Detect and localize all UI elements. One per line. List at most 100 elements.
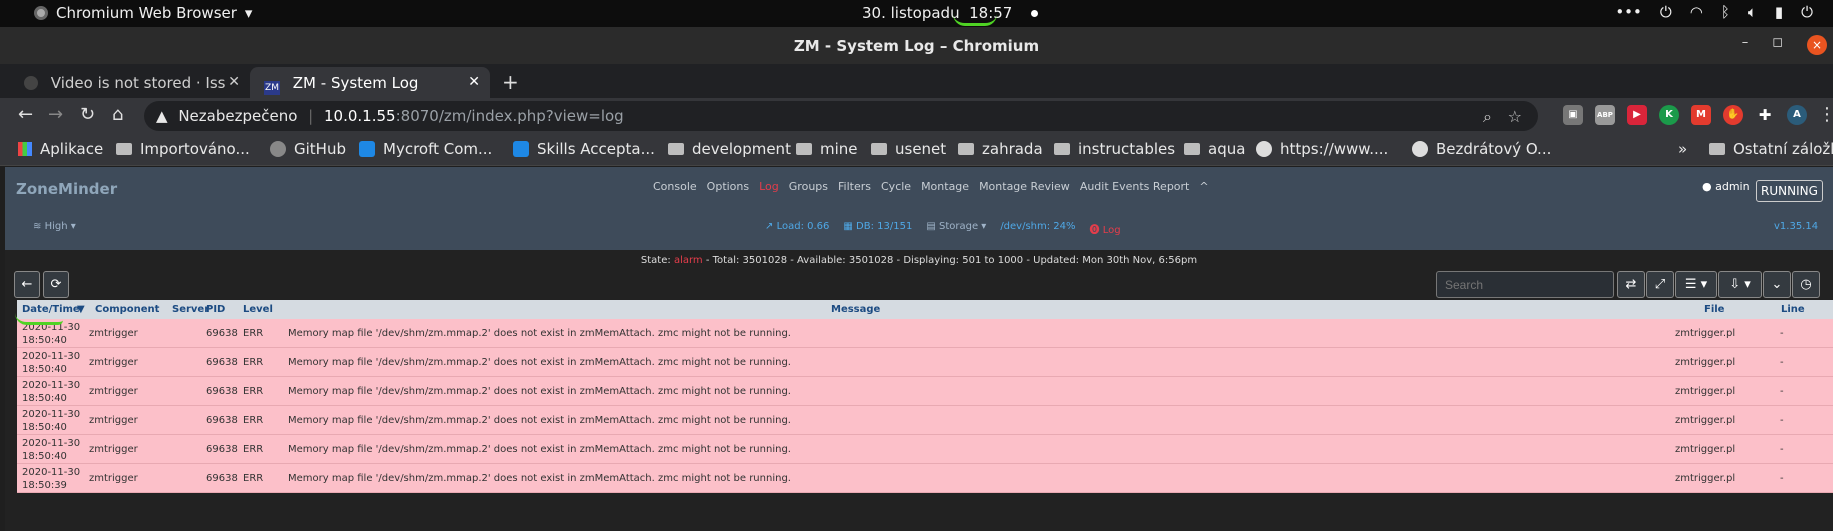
- table-row[interactable]: 2020-11-30 18:50:40 zmtrigger 69638 ERR M…: [17, 348, 1833, 377]
- columns-dropdown-button[interactable]: ☰ ▾: [1675, 271, 1717, 298]
- bookmark-link[interactable]: https://www....: [1256, 140, 1388, 158]
- system-tray[interactable]: ••• ⏻ ◠ ᛒ 🔈︎ ▮ ⏻: [1615, 3, 1813, 21]
- zm-brand[interactable]: ZoneMinder: [16, 180, 117, 198]
- clock-annotation-underline: [953, 14, 997, 26]
- browser-menu-icon[interactable]: ⋮: [1818, 104, 1833, 125]
- bookmark-mycroft[interactable]: Mycroft Com...: [359, 140, 492, 158]
- close-tab-icon[interactable]: ✕: [468, 74, 480, 90]
- extension-hand-icon[interactable]: ✋: [1723, 105, 1743, 125]
- expand-button[interactable]: ⌄: [1763, 271, 1791, 298]
- tab-github-issue[interactable]: Video is not stored · Issue ✕: [10, 67, 250, 98]
- bookmark-folder[interactable]: usenet: [871, 140, 946, 158]
- bookmark-folder[interactable]: instructables: [1054, 140, 1175, 158]
- search-input[interactable]: [1436, 271, 1614, 298]
- url-path: :8070/zm/index.php?view=log: [395, 107, 624, 125]
- bookmark-folder[interactable]: development: [668, 140, 791, 158]
- menu-groups[interactable]: Groups: [789, 180, 828, 193]
- col-server[interactable]: Server: [172, 304, 209, 315]
- username: admin: [1715, 180, 1750, 193]
- col-line[interactable]: Line: [1781, 304, 1805, 315]
- bookmarks-overflow-button[interactable]: »: [1678, 140, 1687, 158]
- menu-filters[interactable]: Filters: [838, 180, 871, 193]
- extensions-puzzle-icon[interactable]: ✚: [1755, 105, 1775, 125]
- address-bar[interactable]: ▲ Nezabezpečeno | 10.0.1.55:8070/zm/inde…: [144, 101, 1538, 131]
- user-menu[interactable]: ● admin: [1702, 180, 1750, 193]
- power-circle-icon[interactable]: ⏻: [1660, 3, 1672, 21]
- col-pid[interactable]: PID: [206, 304, 225, 315]
- table-row[interactable]: 2020-11-30 18:50:40 zmtrigger 69638 ERR M…: [17, 435, 1833, 464]
- extension-screenshot-icon[interactable]: ▣: [1563, 105, 1583, 125]
- bandwidth-dropdown[interactable]: ≋ High ▾: [33, 221, 76, 232]
- extension-video-icon[interactable]: ▶: [1627, 105, 1647, 125]
- menu-options[interactable]: Options: [707, 180, 749, 193]
- power-menu-icon[interactable]: ⏻: [1801, 3, 1813, 21]
- bookmark-folder[interactable]: Importováno...: [116, 140, 250, 158]
- bookmark-github[interactable]: GitHub: [270, 140, 346, 158]
- table-row[interactable]: 2020-11-30 18:50:39 zmtrigger 69638 ERR M…: [17, 464, 1833, 493]
- menu-log[interactable]: Log: [759, 180, 779, 193]
- error-circle-icon: ⓿: [1089, 225, 1100, 236]
- extension-adblock-icon[interactable]: ABP: [1595, 105, 1615, 125]
- refresh-button[interactable]: ⟳: [43, 271, 69, 298]
- profile-avatar[interactable]: A: [1787, 105, 1807, 125]
- col-level[interactable]: Level: [243, 304, 273, 315]
- reload-icon[interactable]: ↻: [80, 104, 95, 125]
- storage-dropdown[interactable]: ▤ Storage ▾: [926, 221, 986, 236]
- col-message[interactable]: Message: [831, 304, 880, 315]
- maximize-button[interactable]: ◻: [1772, 35, 1783, 55]
- menu-cycle[interactable]: Cycle: [881, 180, 911, 193]
- os-app-menu[interactable]: Chromium Web Browser ▾: [34, 4, 252, 22]
- wifi-icon[interactable]: ◠: [1690, 3, 1703, 21]
- bookmark-star-icon[interactable]: ☆: [1508, 107, 1522, 126]
- bookmark-apps[interactable]: Aplikace: [18, 140, 103, 158]
- fullscreen-button[interactable]: ⤢: [1646, 271, 1674, 298]
- bookmark-folder[interactable]: aqua: [1184, 140, 1245, 158]
- table-row[interactable]: 2020-11-30 18:50:40 zmtrigger 69638 ERR M…: [17, 319, 1833, 348]
- omnibox-separator: |: [308, 107, 314, 125]
- more-icon[interactable]: •••: [1615, 3, 1642, 21]
- bookmark-folder[interactable]: zahrada: [958, 140, 1043, 158]
- tab-zm-system-log[interactable]: ZM ZM - System Log ✕: [250, 67, 490, 98]
- bookmark-folder[interactable]: mine: [796, 140, 858, 158]
- col-component[interactable]: Component: [95, 304, 159, 315]
- cell-line: -: [1780, 328, 1784, 339]
- back-arrow-icon[interactable]: ←: [18, 104, 33, 125]
- bluetooth-icon[interactable]: ᛒ: [1721, 3, 1730, 21]
- menu-montage[interactable]: Montage: [921, 180, 969, 193]
- col-file[interactable]: File: [1704, 304, 1724, 315]
- collapse-menu-icon[interactable]: ^: [1199, 180, 1208, 193]
- back-button[interactable]: ←: [14, 271, 40, 298]
- security-status[interactable]: Nezabezpečeno: [178, 107, 297, 125]
- window-title: ZM - System Log – Chromium: [793, 37, 1040, 55]
- zoom-icon[interactable]: ⌕: [1483, 107, 1492, 127]
- menu-montage-review[interactable]: Montage Review: [979, 180, 1070, 193]
- minimize-button[interactable]: –: [1742, 35, 1749, 55]
- home-icon[interactable]: ⌂: [112, 104, 123, 125]
- close-tab-icon[interactable]: ✕: [228, 74, 240, 90]
- export-dropdown-button[interactable]: ⇩ ▾: [1718, 271, 1762, 298]
- menu-audit-events-report[interactable]: Audit Events Report: [1080, 180, 1190, 193]
- table-row[interactable]: 2020-11-30 18:50:40 zmtrigger 69638 ERR M…: [17, 377, 1833, 406]
- table-row[interactable]: 2020-11-30 18:50:40 zmtrigger 69638 ERR M…: [17, 406, 1833, 435]
- battery-icon[interactable]: ▮: [1775, 3, 1783, 21]
- run-state-button[interactable]: RUNNING: [1756, 180, 1823, 202]
- bookmark-other-folder[interactable]: Ostatní záložky: [1709, 140, 1833, 158]
- zm-version[interactable]: v1.35.14: [1774, 221, 1818, 232]
- sort-desc-icon[interactable]: ▼: [77, 304, 85, 315]
- cell-line: -: [1780, 444, 1784, 455]
- auto-refresh-button[interactable]: ◷: [1792, 271, 1820, 298]
- forward-arrow-icon[interactable]: →: [48, 104, 63, 125]
- bookmark-link[interactable]: Bezdrátový O...: [1412, 140, 1551, 158]
- menu-console[interactable]: Console: [653, 180, 697, 193]
- extension-k-icon[interactable]: K: [1659, 105, 1679, 125]
- close-window-button[interactable]: ×: [1807, 35, 1827, 55]
- volume-icon[interactable]: 🔈︎: [1748, 3, 1757, 21]
- os-clock[interactable]: 30. listopadu 18:57: [862, 4, 1039, 22]
- extension-m-icon[interactable]: M: [1691, 105, 1711, 125]
- new-tab-button[interactable]: +: [502, 70, 519, 94]
- bookmark-skills[interactable]: Skills Accepta...: [513, 140, 655, 158]
- cell-line: -: [1780, 415, 1784, 426]
- toggle-pagination-button[interactable]: ⇄: [1617, 271, 1645, 298]
- log-status-link[interactable]: ⓿ Log: [1090, 221, 1121, 236]
- state-value: alarm: [673, 255, 703, 266]
